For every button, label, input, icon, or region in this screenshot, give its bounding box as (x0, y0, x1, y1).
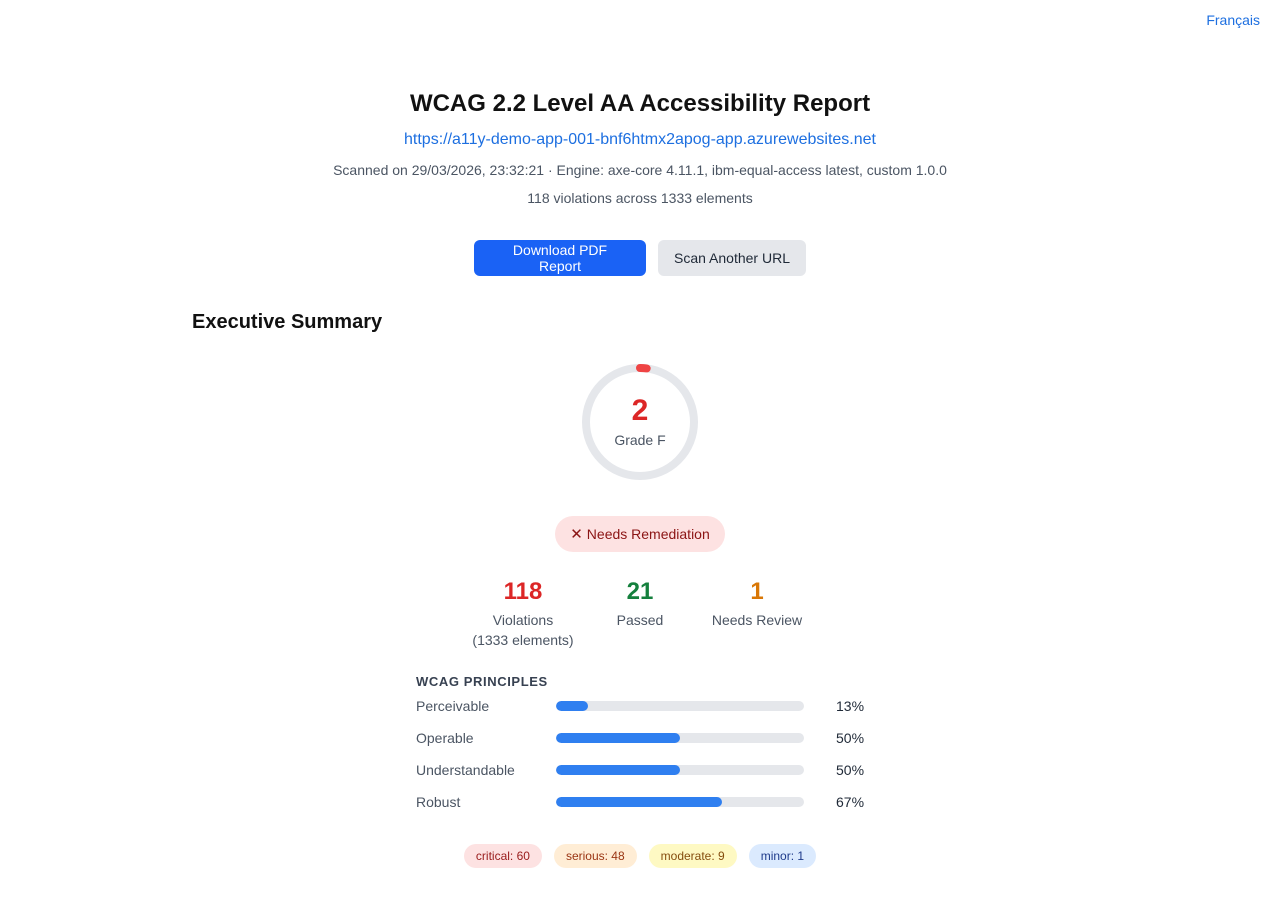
violations-summary: 118 violations across 1333 elements (527, 190, 753, 206)
principle-row-perceivable: Perceivable 13% (416, 690, 876, 722)
principles-heading: WCAG PRINCIPLES (416, 674, 548, 689)
principle-progress-fill (556, 701, 589, 711)
wcag-principles: WCAG PRINCIPLES Perceivable 13% Operable… (416, 674, 876, 818)
stat-needs-review: 1 Needs Review (699, 578, 816, 650)
stat-label: Needs Review (711, 612, 803, 628)
principle-percent: 50% (836, 762, 865, 778)
principle-progress-fill (556, 733, 680, 743)
principle-name: Perceivable (416, 698, 490, 714)
stat-label: Violations (1333 elements) (465, 610, 582, 650)
x-icon: ✕ (570, 525, 583, 543)
language-switch-link[interactable]: Français (1206, 12, 1260, 28)
principle-percent: 50% (836, 730, 865, 746)
scanned-url-link[interactable]: https://a11y-demo-app-001-bnf6htmx2apog-… (404, 130, 876, 150)
principle-progress-track (556, 765, 804, 775)
grade-label: Grade F (614, 432, 666, 448)
impact-chip-minor: minor: 1 (748, 844, 817, 868)
executive-summary-heading: Executive Summary (192, 311, 383, 333)
impact-breakdown: critical: 60 serious: 48 moderate: 9 min… (0, 844, 1280, 868)
impact-chip-serious: serious: 48 (553, 844, 637, 868)
principle-progress-track (556, 733, 804, 743)
score-gauge: 2 Grade F (580, 362, 700, 482)
principle-name: Operable (416, 730, 474, 746)
impact-chip-moderate: moderate: 9 (648, 844, 737, 868)
stat-violations: 118 Violations (1333 elements) (465, 578, 582, 650)
status-badge: ✕ Needs Remediation (555, 516, 725, 552)
principle-name: Robust (416, 794, 461, 810)
principle-progress-track (556, 797, 804, 807)
stat-label: Passed (616, 612, 664, 628)
principle-row-understandable: Understandable 50% (416, 754, 876, 786)
stat-label-text: Violations (492, 612, 554, 628)
report-header: WCAG 2.2 Level AA Accessibility Report h… (0, 88, 1280, 208)
principle-progress-fill (556, 765, 680, 775)
principle-name: Understandable (416, 762, 515, 778)
principle-row-robust: Robust 67% (416, 786, 876, 818)
principle-row-operable: Operable 50% (416, 722, 876, 754)
stat-value: 118 (503, 578, 543, 605)
principle-progress-fill (556, 797, 723, 807)
report-actions: Download PDF Report Scan Another URL (0, 240, 1280, 276)
download-pdf-button[interactable]: Download PDF Report (474, 240, 646, 276)
status-label: Needs Remediation (586, 526, 710, 542)
stat-value: 21 (626, 578, 654, 605)
scan-metadata: Scanned on 29/03/2026, 23:32:21 · Engine… (333, 162, 947, 178)
stat-value: 1 (750, 578, 764, 605)
page-title: WCAG 2.2 Level AA Accessibility Report (409, 90, 871, 117)
stat-sublabel: (1333 elements) (472, 632, 574, 648)
score-value: 2 (631, 394, 649, 427)
principle-progress-track (556, 701, 804, 711)
stat-passed: 21 Passed (582, 578, 699, 650)
stats-row: 118 Violations (1333 elements) 21 Passed … (0, 578, 1280, 650)
scan-another-url-button[interactable]: Scan Another URL (658, 240, 806, 276)
principle-percent: 13% (836, 698, 865, 714)
impact-chip-critical: critical: 60 (463, 844, 542, 868)
principle-percent: 67% (836, 794, 865, 810)
